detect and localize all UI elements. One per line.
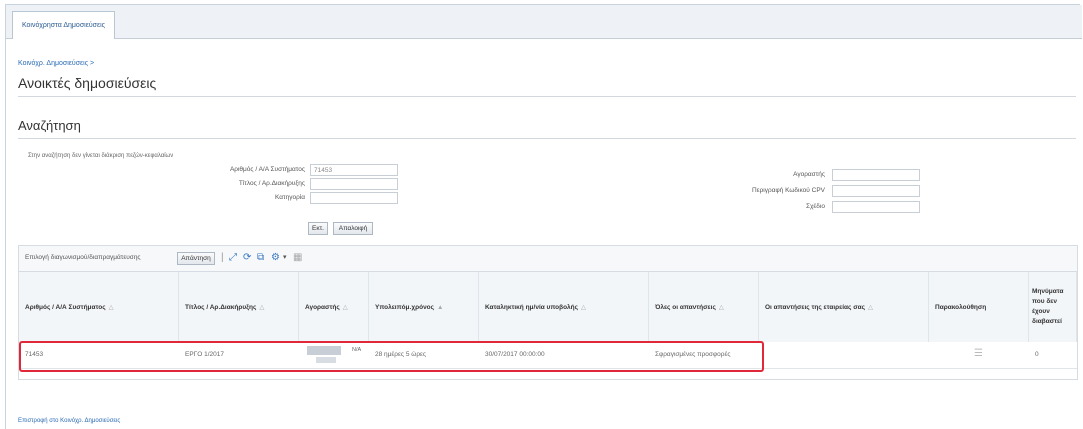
title-label: Τίτλος / Αρ.Διακήρυξης	[238, 180, 305, 187]
grid-icon[interactable]: ▦	[293, 252, 302, 264]
other-input[interactable]	[832, 201, 920, 213]
respond-button[interactable]: Απάντηση	[177, 252, 215, 265]
col-monitor: Παρακολούθηση	[929, 272, 1029, 342]
col-buyer[interactable]: Αγοραστής △	[299, 272, 369, 342]
tab-open-publications[interactable]: Κοινόχρηστα Δημοσιεύσεις	[12, 11, 115, 39]
buyer-input[interactable]	[832, 169, 920, 181]
other-label: Σχέδιο	[805, 203, 825, 210]
cpv-input[interactable]	[832, 185, 920, 197]
detach-icon[interactable]: ⧉	[257, 252, 264, 264]
table-toolbar: Επιλογή διαγωνισμού/διαπραγμάτευσης Απάν…	[19, 246, 1077, 272]
col-all-responses[interactable]: Όλες οι απαντήσεις △	[649, 272, 759, 342]
page-title: Ανοικτές δημοσιεύσεις	[18, 75, 157, 91]
title-input[interactable]	[310, 178, 398, 190]
search-section-title: Αναζήτηση	[18, 118, 81, 133]
divider	[18, 138, 1076, 139]
col-title[interactable]: Τίτλος / Αρ.Διακήρυξης △	[179, 272, 299, 342]
dropdown-icon[interactable]: ▾	[283, 252, 287, 264]
cpv-label: Περιγραφή Κωδικού CPV	[752, 187, 825, 194]
refresh-icon[interactable]: ⟳	[243, 252, 251, 264]
breadcrumb[interactable]: Κοινόχρ. Δημοσιεύσεις >	[18, 60, 94, 67]
back-link[interactable]: Επιστροφή στο Κοινόχρ. Δημοσιεύσεις	[18, 418, 120, 424]
buyer-label: Αγοραστής	[793, 171, 825, 178]
monitor-icon[interactable]: ☰	[974, 348, 983, 359]
number-input[interactable]: 71453	[310, 164, 398, 176]
search-note: Στην αναζήτηση δεν γίνεται διάκριση πεζώ…	[28, 153, 174, 159]
number-label: Αριθμός / Α/Α Συστήματος	[229, 166, 305, 173]
category-input[interactable]	[310, 192, 398, 204]
go-button[interactable]: Εκτ.	[308, 222, 328, 235]
settings-icon[interactable]: ⚙	[271, 252, 280, 264]
divider	[18, 96, 1076, 97]
col-company-responses[interactable]: Οι απαντήσεις της εταιρείας σας △	[759, 272, 929, 342]
tab-bar: Κοινόχρηστα Δημοσιεύσεις	[6, 5, 1082, 39]
select-tender-label: Επιλογή διαγωνισμού/διαπραγμάτευσης	[25, 254, 141, 261]
row-unread: 0	[1035, 351, 1039, 358]
col-deadline[interactable]: Καταληκτική ημ/νία υποβολής △	[479, 272, 649, 342]
col-unread: Μηνύματα που δεν έχουν διαβαστεί	[1029, 272, 1077, 342]
clear-button[interactable]: Απαλοιφή	[333, 222, 373, 235]
expand-icon[interactable]: ⤢	[229, 252, 237, 264]
col-remaining[interactable]: Υπολειπόμ.χρόνος ▲	[369, 272, 479, 342]
col-number[interactable]: Αριθμός / Α/Α Συστήματος △	[19, 272, 179, 342]
separator-icon: |	[221, 252, 224, 263]
row-highlight-box	[19, 341, 764, 372]
category-label: Κατηγορία	[275, 194, 305, 201]
